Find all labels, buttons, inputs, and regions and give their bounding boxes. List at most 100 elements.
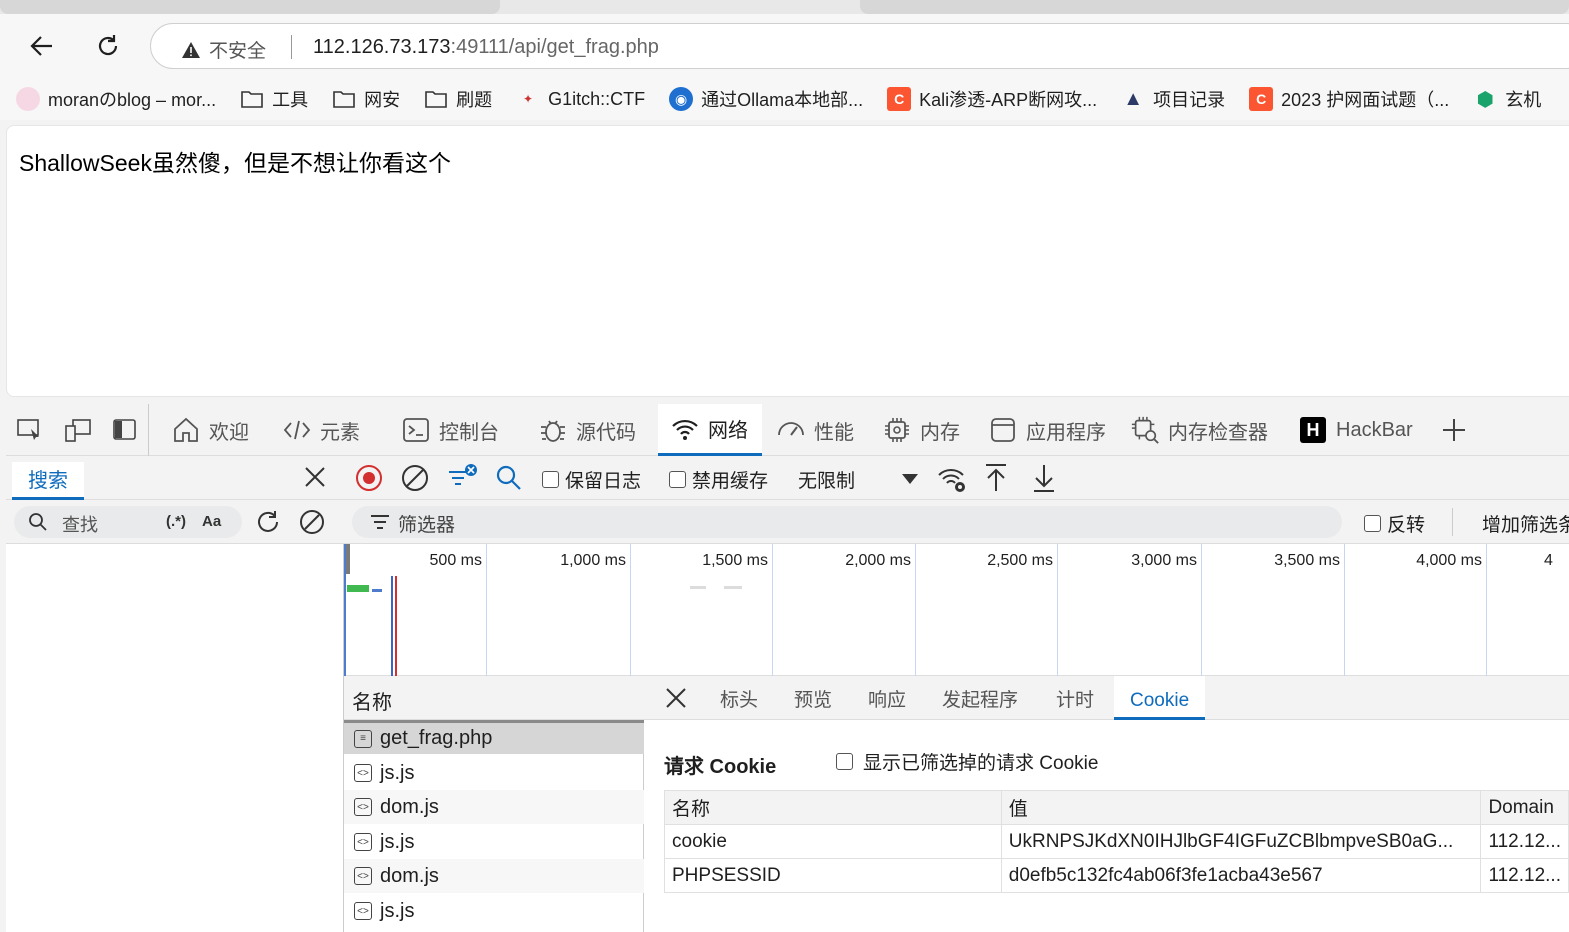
tab-response[interactable]: 响应 — [868, 676, 906, 720]
tab-cookies[interactable]: Cookie — [1114, 676, 1206, 720]
bookmark-item[interactable]: ⬢ 玄机 — [1473, 86, 1541, 112]
request-name: get_frag.php — [380, 727, 493, 749]
filter-input[interactable]: 筛选器 — [352, 506, 1342, 538]
url-text[interactable]: 112.126.73.173:49111/api/get_frag.php — [313, 36, 659, 59]
xss-icon: ▲ — [1123, 87, 1144, 110]
dock-side-button[interactable] — [112, 404, 138, 456]
column-header-name[interactable]: 名称 — [664, 790, 1002, 825]
close-icon — [666, 688, 686, 708]
show-filtered-cookies-checkbox[interactable]: 显示已筛选掉的请求 Cookie — [836, 748, 1098, 775]
tab-sources[interactable]: 源代码 — [538, 404, 636, 456]
request-row[interactable]: <> dom.js — [344, 859, 644, 893]
browser-tab[interactable] — [0, 0, 500, 14]
regex-toggle[interactable]: (.*) — [166, 513, 186, 530]
disable-cache-checkbox[interactable]: 禁用缓存 — [669, 466, 768, 493]
filter-toggle-button[interactable] — [446, 463, 478, 498]
timeline-gridline — [915, 544, 916, 676]
tab-headers[interactable]: 标头 — [720, 676, 758, 720]
bookmark-folder[interactable]: 刷题 — [424, 86, 492, 112]
shield-icon: ⬢ — [1476, 88, 1494, 111]
match-case-toggle[interactable]: Aa — [202, 513, 221, 530]
timeline-bar — [372, 589, 382, 592]
close-detail-button[interactable] — [664, 686, 688, 715]
checkbox[interactable] — [836, 753, 853, 770]
column-header-name[interactable]: 名称 — [344, 676, 644, 720]
search-icon — [496, 465, 521, 490]
request-row[interactable]: <> js.js — [344, 894, 644, 928]
export-har-button[interactable] — [1030, 462, 1058, 499]
download-icon — [1034, 465, 1054, 492]
upload-icon — [986, 464, 1006, 491]
tab-application[interactable]: 应用程序 — [988, 404, 1106, 456]
import-har-button[interactable] — [982, 462, 1010, 499]
more-filters-button[interactable]: 增加筛选条件 — [1482, 510, 1569, 537]
bookmark-item[interactable]: C 2023 护网面试题（... — [1249, 86, 1449, 112]
back-button[interactable] — [24, 28, 60, 64]
refresh-search-button[interactable] — [254, 508, 282, 541]
detail-tab-row: 标头 预览 响应 发起程序 计时 Cookie — [644, 676, 1569, 720]
bookmark-item[interactable]: ✦ G1itch::CTF — [516, 87, 645, 111]
table-row[interactable]: PHPSESSID d0efb5c132fc4ab06f3fe1acba43e5… — [664, 858, 1569, 893]
tab-timing[interactable]: 计时 — [1056, 676, 1094, 720]
table-row[interactable]: cookie UkRNPSJKdXN0IHJlbGF4IGFuZCBlbmpve… — [664, 824, 1569, 859]
close-search-button[interactable] — [302, 464, 328, 495]
request-name: dom.js — [380, 864, 439, 887]
request-row[interactable]: <> js.js — [344, 825, 644, 859]
column-header-value[interactable]: 值 — [1000, 790, 1482, 825]
cookie-value: UkRNPSJKdXN0IHJlbGF4IGFuZCBlbmpveSB0aG..… — [1000, 824, 1482, 859]
tab-memory-inspector[interactable]: 内存检查器 — [1130, 404, 1268, 456]
add-tab-button[interactable] — [1440, 404, 1468, 456]
record-button[interactable] — [354, 463, 384, 498]
csdn-icon: C — [1249, 87, 1274, 111]
search-input[interactable]: 查找 (.*) Aa — [14, 506, 242, 538]
bookmark-folder[interactable]: 工具 — [240, 86, 308, 112]
network-timeline: 500 ms 1,000 ms 1,500 ms 2,000 ms 2,500 … — [344, 544, 1569, 676]
checkbox[interactable] — [542, 471, 559, 488]
bookmark-item[interactable]: ◉ 通过Ollama本地部... — [669, 86, 863, 112]
request-row[interactable]: ≡ get_frag.php — [344, 720, 644, 754]
bookmark-item[interactable]: moranのblog – mor... — [16, 86, 216, 112]
checkbox[interactable] — [669, 471, 686, 488]
csdn-icon: C — [887, 87, 912, 111]
close-icon — [305, 467, 325, 487]
security-indicator[interactable]: 不安全 — [181, 36, 266, 63]
invert-checkbox[interactable]: 反转 — [1364, 510, 1425, 537]
bookmark-item[interactable]: C Kali渗透-ARP断网攻... — [887, 86, 1097, 112]
search-network-button[interactable] — [494, 463, 524, 498]
script-icon: <> — [354, 833, 372, 851]
tab-performance[interactable]: 性能 — [776, 404, 854, 456]
tab-console[interactable]: 控制台 — [401, 404, 499, 456]
request-row[interactable]: <> dom.js — [344, 790, 644, 824]
tab-search[interactable]: 搜索 — [12, 462, 84, 500]
tab-elements[interactable]: 元素 — [282, 404, 360, 456]
browser-tab[interactable] — [860, 0, 1569, 14]
tab-welcome[interactable]: 欢迎 — [171, 404, 249, 456]
tab-network[interactable]: 网络 — [658, 404, 762, 456]
column-header-domain[interactable]: Domain — [1480, 790, 1569, 825]
throttling-select[interactable]: 无限制 — [798, 466, 855, 493]
network-conditions-button[interactable] — [936, 464, 968, 499]
inspect-element-button[interactable] — [16, 404, 44, 456]
cookie-domain: 112.12... — [1480, 858, 1569, 893]
checkbox[interactable] — [1364, 515, 1381, 532]
home-icon — [174, 417, 198, 442]
device-emulation-button[interactable] — [64, 404, 92, 456]
request-row[interactable]: <> js.js — [344, 756, 644, 790]
folder-icon — [241, 91, 263, 108]
clear-log-button[interactable] — [400, 463, 430, 498]
tab-preview[interactable]: 预览 — [794, 676, 832, 720]
bookmark-folder[interactable]: 网安 — [332, 86, 400, 112]
devtools-toolbar: 欢迎 元素 控制台 源代码 网络 性能 内存 应用程序 内存检查器 H Hack… — [6, 404, 1569, 456]
tab-hackbar[interactable]: H HackBar — [1298, 404, 1413, 456]
throttle-dropdown-button[interactable] — [900, 472, 920, 491]
reload-button[interactable] — [90, 28, 126, 64]
tab-memory[interactable]: 内存 — [882, 404, 960, 456]
preserve-log-checkbox[interactable]: 保留日志 — [542, 466, 641, 493]
clear-search-button[interactable] — [298, 508, 326, 541]
dom-content-loaded-marker — [391, 576, 393, 676]
bookmark-label: 刷题 — [456, 90, 493, 110]
bookmark-item[interactable]: ▲ 项目记录 — [1121, 86, 1225, 112]
address-bar[interactable]: 不安全 112.126.73.173:49111/api/get_frag.ph… — [150, 23, 1569, 69]
timeline-label: 3,000 ms — [1131, 552, 1197, 569]
tab-initiator[interactable]: 发起程序 — [942, 676, 1018, 720]
